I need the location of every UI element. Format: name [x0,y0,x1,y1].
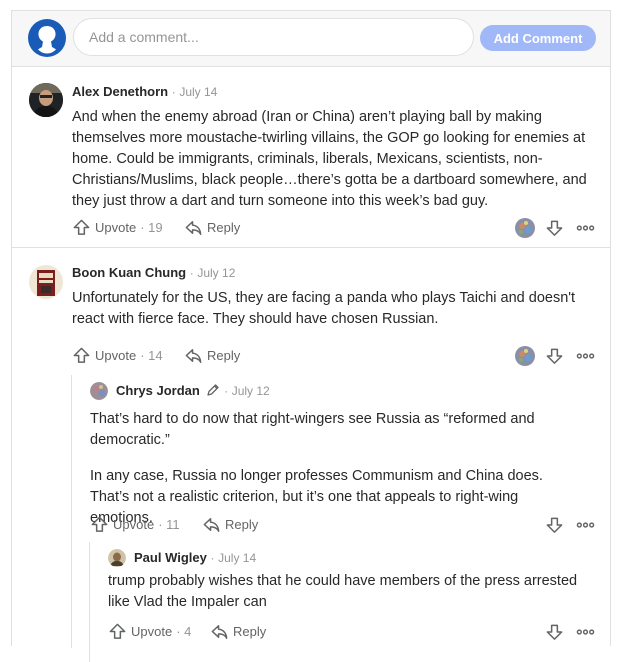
more-options-icon[interactable] [576,217,595,239]
comment-actions: Upvote · 4 Reply [108,620,600,642]
comment-actions: Upvote · 19 Reply [72,216,600,238]
comment-actions: Upvote · 11 Reply [90,513,600,535]
meta-separator: · [171,85,176,99]
upvote-count: · 4 [176,623,192,639]
comment-author[interactable]: Chrys Jordan [116,383,200,398]
thread-line [89,542,90,662]
upvote-button[interactable]: Upvote · 19 [72,216,163,238]
reply-label: Reply [225,516,259,532]
upvote-arrow-icon [72,218,91,237]
upvote-label: Upvote [131,623,173,639]
meta-separator: · [224,384,229,398]
add-comment-button[interactable]: Add Comment [480,25,596,51]
comments-panel: Add Comment Alex Denethorn · July 14 And… [11,10,611,662]
reply-button[interactable]: Reply [184,344,240,366]
upvote-count: · 11 [158,516,180,532]
upvote-arrow-icon [72,346,91,365]
comment-input[interactable] [73,18,474,56]
upvote-button[interactable]: Upvote · 4 [108,620,191,642]
comment-text: And when the enemy abroad (Iran or China… [72,109,587,209]
comment-author[interactable]: Paul Wigley [134,550,207,565]
comment-text: trump probably wishes that he could have… [108,573,578,610]
upvote-label: Upvote [95,219,137,235]
avatar[interactable] [29,265,63,299]
pencil-icon [206,383,220,400]
default-user-icon [28,19,66,57]
reply-label: Reply [207,219,241,235]
upvoter-avatar[interactable] [515,345,535,367]
reply-button[interactable]: Reply [202,513,258,535]
reply-label: Reply [233,623,267,639]
more-options-icon[interactable] [576,514,595,536]
comment-date[interactable]: July 14 [179,85,217,99]
downvote-arrow-icon[interactable] [545,514,564,536]
thread-line [71,375,72,648]
comment-date[interactable]: July 14 [218,551,256,565]
avatar[interactable] [90,382,108,400]
reply-paul-wigley: Paul Wigley · July 14 trump probably wis… [108,543,608,653]
upvote-button[interactable]: Upvote · 14 [72,344,163,366]
upvote-arrow-icon [108,622,127,641]
more-options-icon[interactable] [576,345,595,367]
reply-arrow-icon [184,346,203,365]
upvote-arrow-icon [90,515,109,534]
avatar[interactable] [29,83,63,117]
more-options-icon[interactable] [576,621,595,643]
downvote-arrow-icon[interactable] [545,621,564,643]
comment-text: Unfortunately for the US, they are facin… [72,290,576,327]
upvote-count: · 19 [140,219,163,235]
comment-author[interactable]: Alex Denethorn [72,84,168,99]
meta-separator: · [189,266,194,280]
comment-text: That’s hard to do now that right-wingers… [90,411,543,526]
downvote-arrow-icon[interactable] [545,217,564,239]
avatar[interactable] [108,549,126,567]
comment-date[interactable]: July 12 [197,266,235,280]
downvote-arrow-icon[interactable] [545,345,564,367]
comment-author[interactable]: Boon Kuan Chung [72,265,186,280]
upvote-button[interactable]: Upvote · 11 [90,513,180,535]
reply-chrys-jordan: Chrys Jordan · July 12 That’s hard to do… [89,376,610,662]
reply-arrow-icon [184,218,203,237]
comment-date[interactable]: July 12 [232,384,270,398]
comment-actions: Upvote · 14 Reply [72,344,600,366]
reply-arrow-icon [202,515,221,534]
comment-boon-kuan-chung: Boon Kuan Chung · July 12 Unfortunately … [12,248,610,662]
reply-arrow-icon [210,622,229,641]
upvote-label: Upvote [113,516,155,532]
reply-button[interactable]: Reply [184,216,240,238]
comment-composer: Add Comment [12,11,610,67]
upvoter-avatar[interactable] [515,217,535,239]
upvote-label: Upvote [95,347,137,363]
comment-alex-denethorn: Alex Denethorn · July 14 And when the en… [12,67,610,247]
reply-button[interactable]: Reply [210,620,266,642]
meta-separator: · [210,551,215,565]
upvote-count: · 14 [140,347,163,363]
reply-label: Reply [207,347,241,363]
